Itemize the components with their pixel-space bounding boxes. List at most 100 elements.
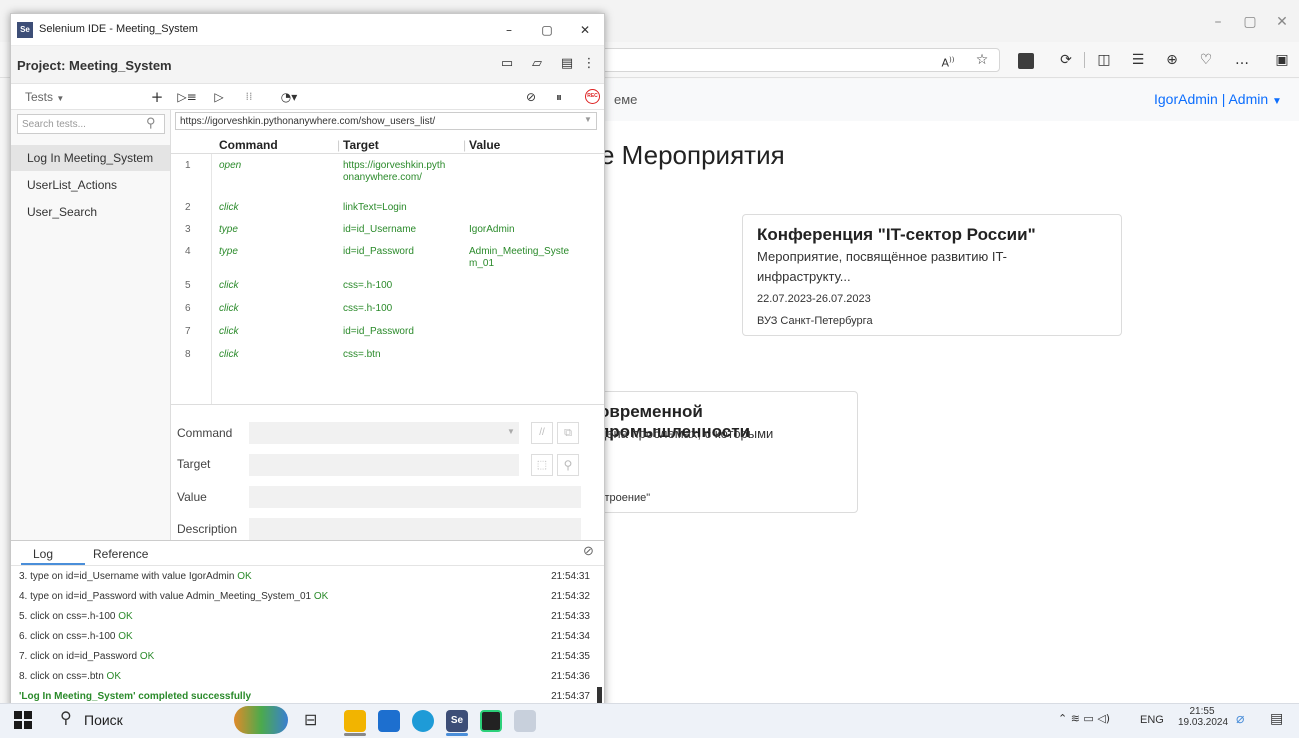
favorites-list-icon[interactable]: ☰: [1126, 48, 1150, 72]
row-command: type: [219, 246, 238, 257]
tab-reference[interactable]: Reference: [93, 547, 148, 561]
description-label: Description: [177, 522, 238, 536]
step-over-icon[interactable]: ⁞⁞: [237, 85, 261, 109]
maximize-icon[interactable]: ▢: [535, 18, 559, 42]
command-row[interactable]: 6 click css=.h-100: [171, 303, 604, 323]
command-row[interactable]: 8 click css=.btn: [171, 349, 604, 369]
command-input[interactable]: ▼: [249, 422, 519, 444]
event-card[interactable]: Конференция "IT-сектор России" Мероприят…: [742, 214, 1122, 336]
selenium-extension-icon[interactable]: [1018, 53, 1034, 69]
description-input[interactable]: [249, 518, 581, 540]
open-project-icon[interactable]: ▱: [525, 52, 549, 76]
notification-icon[interactable]: ▤: [1270, 710, 1283, 727]
command-row[interactable]: 2 click linkText=Login: [171, 202, 604, 222]
extensions-icon[interactable]: ⟳: [1054, 48, 1078, 72]
pause-icon[interactable]: ⏸: [547, 85, 571, 109]
row-target: id=id_Username: [343, 224, 417, 235]
selenium-taskbar-icon[interactable]: Se: [446, 710, 468, 732]
language-indicator[interactable]: ENG: [1140, 714, 1164, 726]
more-options-icon[interactable]: …: [1230, 48, 1254, 72]
favorite-star-icon[interactable]: ☆: [970, 48, 994, 72]
taskbar-search[interactable]: Поиск: [84, 712, 123, 728]
target-input[interactable]: [249, 454, 519, 476]
log-time: 21:54:36: [551, 671, 590, 682]
user-menu-label: IgorAdmin | Admin: [1154, 91, 1269, 107]
edge-browser-icon[interactable]: [412, 710, 434, 732]
row-target: css=.btn: [343, 349, 381, 360]
row-target: css=.h-100: [343, 280, 393, 291]
disable-breakpoints-icon[interactable]: ⊘: [519, 85, 543, 109]
more-icon[interactable]: ⋮: [577, 52, 601, 76]
user-menu[interactable]: IgorAdmin | Admin ▼: [1154, 91, 1282, 107]
pycharm-icon[interactable]: [480, 710, 502, 732]
close-icon[interactable]: ✕: [1270, 10, 1294, 34]
project-name[interactable]: Project: Meeting_System: [17, 58, 172, 73]
log-text: 5. click on css=.h-100: [19, 611, 119, 622]
speed-icon[interactable]: ◔▾: [277, 85, 301, 109]
file-explorer-icon[interactable]: [344, 710, 366, 732]
run-all-tests-icon[interactable]: ▷≡: [175, 85, 199, 109]
command-row[interactable]: 4 type id=id_Password Admin_Meeting_Syst…: [171, 246, 604, 276]
row-number: 7: [185, 326, 191, 337]
log-time: 21:54:32: [551, 591, 590, 602]
row-command: click: [219, 202, 239, 213]
log-status: OK: [313, 591, 329, 602]
mail-icon[interactable]: [378, 710, 400, 732]
read-aloud-icon[interactable]: A)): [936, 48, 960, 76]
widget-icon[interactable]: ⌀: [1236, 710, 1244, 727]
log-time: 21:54:37: [551, 691, 590, 702]
new-project-icon[interactable]: ▭: [495, 52, 519, 76]
task-view-icon[interactable]: ⊟: [304, 710, 317, 730]
app-icon[interactable]: [514, 710, 536, 732]
minimize-icon[interactable]: –: [1206, 10, 1230, 34]
command-row[interactable]: 5 click css=.h-100: [171, 280, 604, 300]
windows-start-icon[interactable]: [14, 711, 32, 729]
event-place: ВУЗ Санкт-Петербурга: [757, 315, 873, 327]
add-test-icon[interactable]: +: [145, 85, 169, 109]
run-current-test-icon[interactable]: ▷: [207, 85, 231, 109]
search-tests-input[interactable]: Search tests... ⚲: [17, 114, 165, 134]
address-bar[interactable]: [560, 48, 1000, 72]
log-time: 21:54:33: [551, 611, 590, 622]
search-highlight-image[interactable]: [234, 706, 288, 734]
log-status: OK: [237, 571, 252, 582]
tests-dropdown[interactable]: Tests ▼: [25, 90, 64, 104]
collections-icon[interactable]: ⊕: [1160, 48, 1184, 72]
sidebar-icon[interactable]: ▣: [1270, 48, 1294, 72]
command-row[interactable]: 1 open https://igorveshkin.pyth onanywhe…: [171, 160, 604, 190]
restore-icon[interactable]: ▢: [1238, 10, 1262, 34]
caret-down-icon: ▼: [584, 115, 592, 124]
row-number: 4: [185, 246, 191, 257]
test-item[interactable]: Log In Meeting_System: [11, 145, 170, 171]
close-icon[interactable]: ✕: [573, 18, 597, 42]
command-row[interactable]: 7 click id=id_Password: [171, 326, 604, 346]
select-target-icon[interactable]: ⬚: [531, 454, 553, 476]
split-screen-icon[interactable]: ◫: [1092, 48, 1116, 72]
record-button[interactable]: REC: [585, 89, 600, 104]
search-icon[interactable]: ⚲: [60, 708, 72, 728]
log-text: 8. click on css=.btn: [19, 671, 107, 682]
save-project-icon[interactable]: ▤: [555, 52, 579, 76]
performance-icon[interactable]: ♡: [1194, 48, 1218, 72]
event-title: Конференция "IT-сектор России": [757, 225, 1036, 244]
row-command: click: [219, 303, 239, 314]
clear-log-icon[interactable]: ⊘: [583, 543, 594, 559]
base-url-field[interactable]: https://igorveshkin.pythonanywhere.com/s…: [175, 112, 597, 130]
event-dates: 22.07.2023-26.07.2023: [757, 293, 871, 305]
row-target: https://igorveshkin.pyth onanywhere.com/: [343, 160, 446, 183]
comment-toggle-button[interactable]: //: [531, 422, 553, 444]
nav-brand[interactable]: еме: [614, 92, 637, 107]
running-indicator: [344, 733, 366, 736]
tray-icons[interactable]: ⌃ ≋ ▭ ◁): [1058, 712, 1110, 725]
clock[interactable]: 21:55 19.03.2024: [1178, 706, 1228, 728]
command-row[interactable]: 3 type id=id_Username IgorAdmin: [171, 224, 604, 244]
log-status: OK: [106, 671, 121, 682]
test-item[interactable]: User_Search: [11, 199, 170, 225]
value-input[interactable]: [249, 486, 581, 508]
find-target-icon[interactable]: ⚲: [557, 454, 579, 476]
minimize-icon[interactable]: –: [497, 18, 521, 42]
test-item[interactable]: UserList_Actions: [11, 172, 170, 198]
caret-down-icon: ▼: [56, 94, 65, 103]
open-reference-icon[interactable]: ⧉: [557, 422, 579, 444]
tab-log[interactable]: Log: [33, 547, 53, 561]
